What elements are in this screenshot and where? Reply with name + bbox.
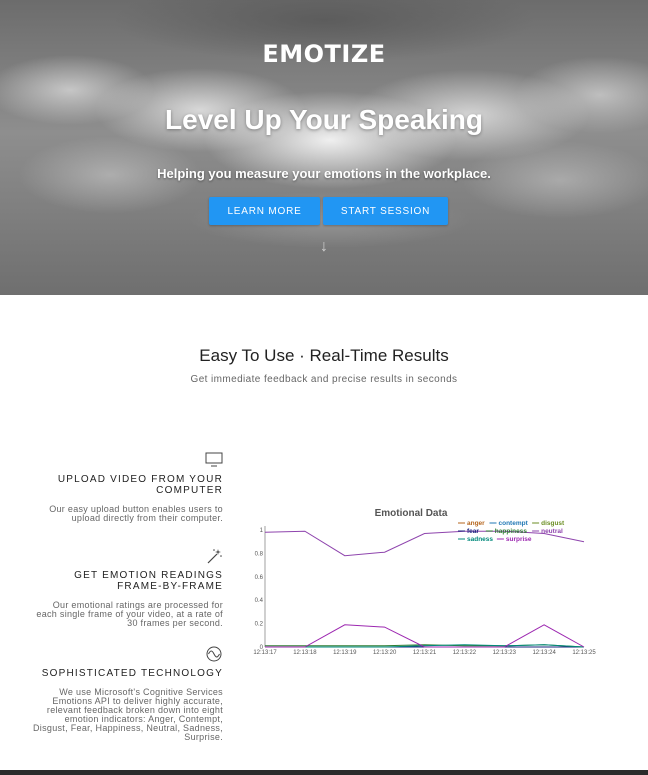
- series-line-surprise: [265, 624, 585, 648]
- legend-label: surprise: [506, 536, 532, 543]
- hero-subheadline: Helping you measure your emotions in the…: [157, 166, 491, 181]
- legend-label: neutral: [541, 528, 563, 535]
- hero-banner: EMOTIZE Level Up Your Speaking Helping y…: [0, 0, 648, 295]
- x-tick-label: 12:13:18: [293, 650, 317, 656]
- y-tick-label: 0.6: [255, 575, 264, 581]
- learn-more-button[interactable]: LEARN MORE: [209, 197, 320, 225]
- x-tick-label: 12:13:19: [333, 650, 357, 656]
- legend-label: disgust: [541, 520, 565, 527]
- x-tick-label: 12:13:21: [413, 650, 437, 656]
- feature-title: SOPHISTICATED TECHNOLOGY: [41, 668, 223, 679]
- monitor-icon: [205, 452, 223, 467]
- x-tick-label: 12:13:22: [453, 650, 477, 656]
- chart-title: Emotional Data: [375, 508, 448, 519]
- feature-description: Our easy upload button enables users to …: [49, 504, 223, 523]
- x-tick-label: 12:13:17: [253, 650, 277, 656]
- section-title: Easy To Use · Real-Time Results: [199, 346, 449, 365]
- feature-title: UPLOAD VIDEO FROM YOUR COMPUTER: [57, 474, 223, 496]
- feature-readings: GET EMOTION READINGS FRAME-BY-FRAME Our …: [33, 548, 223, 628]
- feature-description: Our emotional ratings are processed for …: [36, 600, 223, 628]
- legend-label: contempt: [499, 520, 529, 527]
- chart-svg: Emotional Data00.20.40.60.8112:13:17 12:1…: [253, 508, 596, 656]
- section-subtitle: Get immediate feedback and precise resul…: [190, 374, 458, 385]
- x-tick-label: 12:13:24: [532, 650, 556, 656]
- feature-title: GET EMOTION READINGS FRAME-BY-FRAME: [74, 570, 223, 592]
- emotional-data-chart: Emotional Data 0 0.2 0.4 0.6 0.8 1 12:13:17 12:1…: [248, 500, 596, 665]
- wave-icon: [206, 646, 222, 662]
- start-session-button[interactable]: START SESSION: [323, 197, 448, 225]
- series-line-neutral: [264, 530, 585, 557]
- footer-bar: [0, 770, 648, 775]
- y-tick-label: 1: [260, 528, 264, 534]
- legend-label: anger: [467, 520, 485, 527]
- x-tick-label: 12:13:25: [572, 650, 596, 656]
- legend-label: happiness: [495, 528, 528, 535]
- scroll-down-arrow-icon[interactable]: ↓: [0, 238, 648, 256]
- hero-headline: Level Up Your Speaking: [165, 104, 483, 135]
- y-tick-label: 0.2: [255, 622, 264, 628]
- magic-wand-icon: [207, 549, 222, 564]
- legend-label: sadness: [467, 536, 493, 543]
- feature-description: We use Microsoft's Cognitive Services Em…: [33, 687, 223, 742]
- legend-label: fear: [467, 528, 479, 535]
- feature-upload: UPLOAD VIDEO FROM YOUR COMPUTER Our easy…: [33, 452, 223, 523]
- y-tick-label: 0.8: [255, 551, 264, 557]
- y-tick-label: 0.4: [255, 598, 264, 604]
- x-tick-label: 12:13:23: [493, 650, 517, 656]
- brand-logo[interactable]: EMOTIZE: [0, 40, 648, 68]
- feature-technology: SOPHISTICATED TECHNOLOGY We use Microsof…: [33, 646, 223, 742]
- x-tick-label: 12:13:20: [373, 650, 397, 656]
